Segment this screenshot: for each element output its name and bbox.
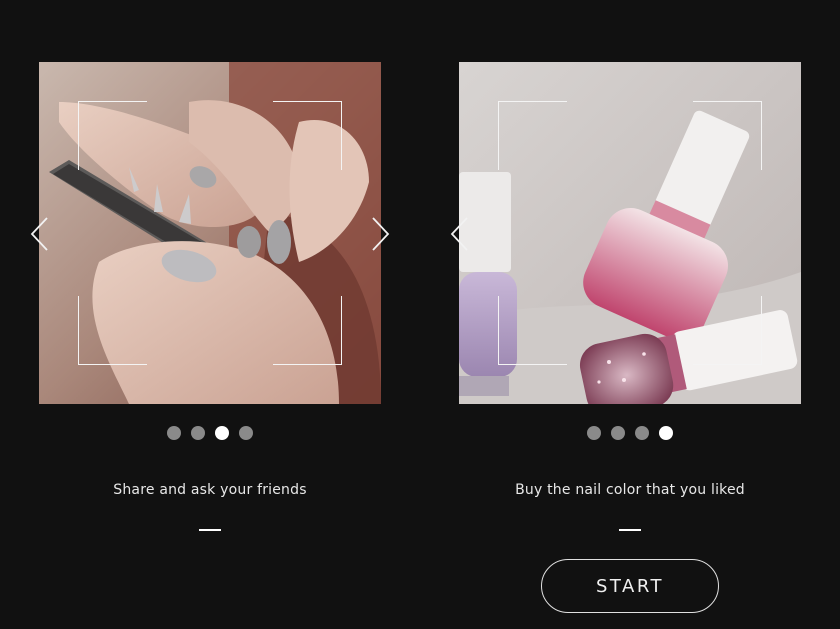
chevron-left-icon[interactable] <box>449 216 469 252</box>
focus-frame-corner-bottom-right <box>273 296 342 365</box>
focus-frame-corner-top-left <box>498 101 567 170</box>
slide-image-nail-polish <box>459 62 801 404</box>
slide-caption: Share and ask your friends <box>113 482 307 498</box>
pagination-dot-active[interactable] <box>659 426 673 440</box>
pagination-dots <box>0 426 420 440</box>
pagination-dot[interactable] <box>587 426 601 440</box>
pagination-dot[interactable] <box>239 426 253 440</box>
caption-divider <box>199 529 221 531</box>
pagination-dot[interactable] <box>611 426 625 440</box>
pagination-dot-active[interactable] <box>215 426 229 440</box>
slide-image-hand-phone <box>39 62 381 404</box>
chevron-right-icon[interactable] <box>371 216 391 252</box>
onboarding-screen: Share and ask your friends Buy the nail … <box>0 0 840 629</box>
caption-divider <box>619 529 641 531</box>
slide-caption: Buy the nail color that you liked <box>515 482 745 498</box>
pagination-dot[interactable] <box>167 426 181 440</box>
slide-panel-buy: Buy the nail color that you liked START <box>420 0 840 629</box>
focus-frame-corner-top-right <box>693 101 762 170</box>
focus-frame-corner-top-left <box>78 101 147 170</box>
focus-frame-corner-bottom-right <box>693 296 762 365</box>
pagination-dot[interactable] <box>635 426 649 440</box>
chevron-left-icon[interactable] <box>29 216 49 252</box>
focus-frame-corner-bottom-left <box>498 296 567 365</box>
pagination-dot[interactable] <box>191 426 205 440</box>
focus-frame-corner-top-right <box>273 101 342 170</box>
start-button[interactable]: START <box>541 559 719 613</box>
slide-panel-share: Share and ask your friends <box>0 0 420 629</box>
focus-frame-corner-bottom-left <box>78 296 147 365</box>
pagination-dots <box>420 426 840 440</box>
